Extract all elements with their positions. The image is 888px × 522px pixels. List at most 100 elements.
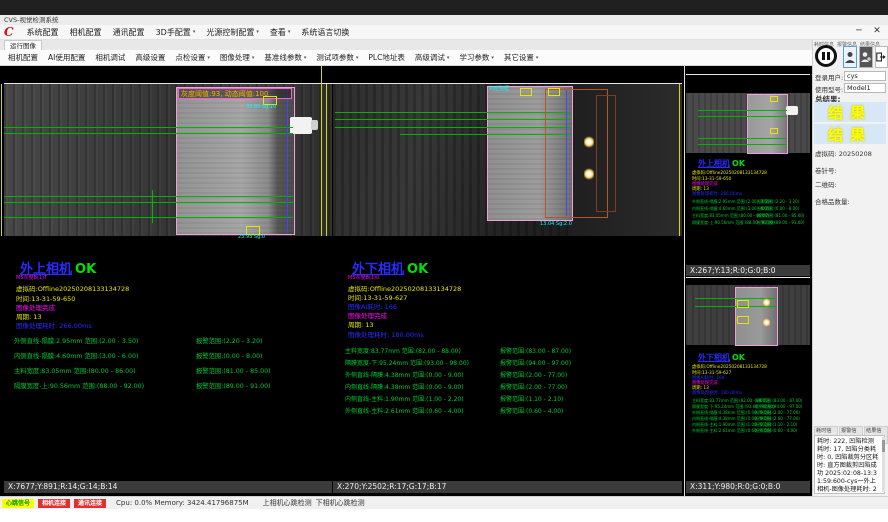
measurement-alarm: 报警范围:(81.00 - 85.00) [196, 366, 271, 375]
tool-ai-usage-config[interactable]: AI使用配置 [48, 52, 85, 63]
frame-top-line [686, 74, 810, 75]
model-label: 使用型号: [815, 84, 843, 94]
tool-camera-debug[interactable]: 相机调试 [95, 52, 125, 63]
measure-line [335, 127, 571, 128]
user-button[interactable] [843, 46, 857, 68]
tool-image-processing[interactable]: 图像处理▾ [220, 52, 255, 63]
menu-item-comm-config[interactable]: 通讯配置 [113, 27, 145, 38]
tool-test-item-params[interactable]: 测试项参数▾ [316, 52, 358, 63]
chevron-down-icon: ▾ [252, 55, 255, 61]
measurement-row: 主料宽度:83.05mm 范围:(80.00 - 86.00) [14, 366, 136, 375]
app-window: CVS-视觉检测系统 C 系统配置 相机配置 通讯配置 3D手配置▾ 光源控制配… [0, 0, 888, 522]
measurement-row: 内侧直线-主料:1.90mm 范围:(1.00 - 2.20) [345, 394, 464, 403]
right-pixel-coords: X:270;Y:2502;R:17;G:17;B:17 [333, 481, 682, 493]
menu-item-language-switch[interactable]: 系统语言切换 [301, 27, 349, 38]
reflection-spot [763, 298, 770, 307]
tool-learning-params[interactable]: 学习参数▾ [459, 52, 494, 63]
result-display-2: 结果 [814, 124, 886, 144]
pause-button[interactable] [815, 45, 837, 67]
panel-divider [684, 66, 685, 496]
measurement-alarm: 报警范围:(0.00 - 8.00) [196, 351, 263, 360]
tool-other-settings[interactable]: 其它设置▾ [504, 52, 539, 63]
edge-line [287, 88, 288, 233]
tool-plc-address-table[interactable]: PLC地址表 [368, 52, 404, 63]
roi-annotation: 13.04 Sg:2.0 [540, 221, 572, 227]
edge-line [566, 90, 567, 216]
reflection-spot [763, 318, 770, 327]
right-subtitle: M5灰度B(1)0 [348, 274, 379, 281]
upper-camera-heartbeat[interactable]: 上相机心跳检测 [263, 498, 312, 508]
measurement-row: 外侧直线-隔膜:2.95mm 范围:(2.00 - 3.50) [14, 336, 138, 345]
tool-spot-check-settings[interactable]: 点检设置▾ [175, 52, 210, 63]
left-product-region [176, 87, 295, 235]
measure-line [4, 133, 293, 134]
close-button[interactable]: ✕ [870, 26, 884, 36]
reflection-spot [584, 136, 594, 148]
tool-camera-config[interactable]: 相机配置 [8, 52, 38, 63]
left-pixel-coords: X:7677;Y:891;R:14;G:14;B:14 [4, 481, 332, 493]
comm-link-status-badge: 通讯连接 [74, 499, 106, 508]
roi-box [737, 300, 749, 308]
menu-item-light-control-config[interactable]: 光源控制配置▾ [206, 27, 259, 38]
measurement-row: 隔膜宽度-下:95.24mm 范围:(93.00 - 98.00) [345, 358, 469, 367]
admin-settings-button[interactable] [859, 46, 873, 68]
lower-camera-heartbeat[interactable]: 下相机心跳检测 [316, 498, 365, 508]
user-icon [845, 51, 855, 63]
measurement-alarm: 报警范围:(0.60 - 4.00) [755, 428, 797, 434]
menu-item-system-config[interactable]: 系统配置 [27, 27, 59, 38]
camera-link-status-badge: 相机连接 [38, 499, 70, 508]
log-text-area[interactable]: 耗时: 222, 凹陷检测耗时: 17, 凹陷分类耗时: 0, 凹陷裁剪分区耗时… [814, 435, 885, 494]
measurement-row: 主料宽度:83.77mm 范围:(82.00 - 88.00) [345, 346, 461, 355]
left-connector-tip [311, 120, 318, 130]
measurement-row: 隔膜宽度-上:90.56mm 范围:(88.00 - 92.00) [14, 381, 144, 390]
menu-item-view[interactable]: 查看▾ [270, 27, 291, 38]
exit-button[interactable] [875, 46, 888, 68]
login-user-label: 登录用户: [815, 72, 843, 82]
measurement-alarm: 报警范围:(0.00 - 8.00) [757, 206, 799, 212]
roi-annotation: 32.85 Sg:10 [246, 104, 276, 110]
title-bar: CVS-视觉检测系统 [0, 15, 888, 25]
tool-baseline-params[interactable]: 基准线参数▾ [264, 52, 306, 63]
pin-number-label: 卷针号: [815, 165, 837, 175]
roi-box [737, 316, 749, 324]
reflection-spot [584, 168, 594, 180]
log-scrollbar-thumb[interactable] [882, 440, 885, 452]
model-field[interactable]: Model1 [844, 83, 886, 93]
cpu-memory-status: Cpu: 0.0% Memory: 3424.41796875M [116, 499, 249, 507]
measure-line [4, 217, 293, 218]
ai-frame-label: AI检测框 [489, 85, 509, 92]
thumb2-pixel-coords: X:311;Y:980;R:0;G:0;B:0 [686, 481, 810, 493]
thumb1-product [747, 94, 788, 154]
measure-line [335, 112, 571, 113]
minimize-button[interactable]: ─ [852, 26, 866, 36]
roi-box [770, 96, 778, 102]
chevron-down-icon: ▾ [288, 29, 291, 35]
thumb1-connector [786, 106, 798, 115]
menu-item-camera-config[interactable]: 相机配置 [70, 27, 102, 38]
virtual-code-value: 虚拟码: 20250208 [815, 148, 872, 158]
measure-line [152, 190, 153, 223]
measure-line [698, 116, 787, 117]
right-cycle: 周期: 13 [348, 319, 374, 329]
left-process-time: 图像处理耗时: 266.00ms [16, 320, 92, 330]
frame-top-line [686, 277, 810, 278]
roi-box [520, 88, 532, 96]
menu-item-3d-hand-config[interactable]: 3D手配置▾ [156, 27, 196, 38]
measurement-alarm: 报警范围:(81.00 - 85.00) [757, 213, 804, 219]
menu-bar: C 系统配置 相机配置 通讯配置 3D手配置▾ 光源控制配置▾ 查看▾ 系统语言… [0, 25, 888, 40]
measure-line [698, 138, 787, 139]
result-display-1: 结果 [814, 102, 886, 122]
top-strip [0, 0, 888, 15]
login-user-field[interactable]: cys [844, 71, 886, 81]
measure-line [335, 119, 571, 120]
left-connector-part [290, 117, 312, 134]
qualified-count-label: 合格品数量: [815, 196, 850, 206]
tool-advanced-settings[interactable]: 高级设置 [135, 52, 165, 63]
measurement-alarm: 报警范围:(0.60 - 4.00) [500, 406, 563, 415]
chevron-down-icon: ▾ [207, 55, 210, 61]
pause-icon [827, 52, 830, 60]
exit-door-icon [876, 51, 887, 63]
measure-line [698, 144, 787, 145]
tool-advanced-debug[interactable]: 高级调试▾ [415, 52, 450, 63]
thumb2-process-time: 图像处理耗时: 180.00ms [692, 390, 742, 396]
